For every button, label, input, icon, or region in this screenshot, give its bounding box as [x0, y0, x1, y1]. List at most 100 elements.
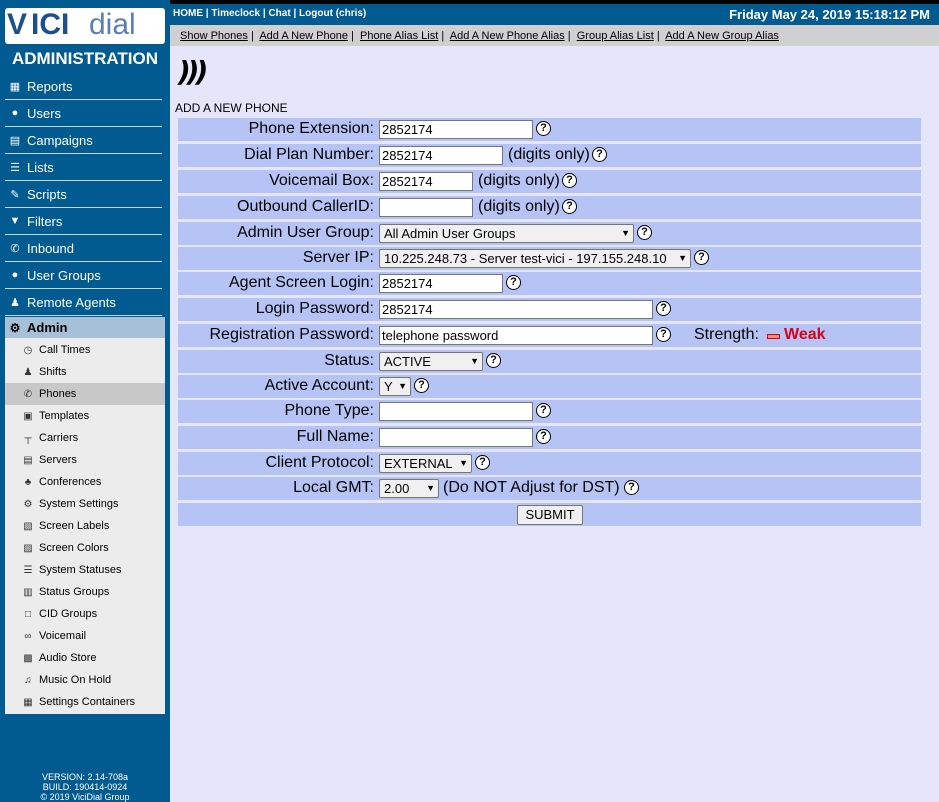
- dst-hint: (Do NOT Adjust for DST): [443, 479, 620, 496]
- sidebar-item-inbound[interactable]: ✆ Inbound: [5, 235, 162, 262]
- submenu-servers[interactable]: ▤ Servers: [5, 449, 165, 471]
- add-new-phone-alias-link[interactable]: Add A New Phone Alias: [450, 30, 565, 42]
- admin-user-group-select[interactable]: All Admin User Groups ▼: [379, 224, 634, 243]
- submenu-label: Phones: [39, 388, 77, 400]
- add-new-phone-link[interactable]: Add A New Phone: [259, 30, 348, 42]
- sidebar-item-label: User Groups: [27, 267, 101, 283]
- row-status: Status: ACTIVE ▼ ?: [178, 350, 921, 373]
- submenu-music-on-hold[interactable]: ♫ Music On Hold: [5, 669, 165, 691]
- show-phones-link[interactable]: Show Phones: [180, 30, 248, 42]
- group-alias-list-link[interactable]: Group Alias List: [577, 30, 654, 42]
- submenu-system-settings[interactable]: ⚙ System Settings: [5, 493, 165, 515]
- submenu-label: Shifts: [39, 366, 67, 378]
- full-name-input[interactable]: [379, 428, 533, 447]
- add-new-group-alias-link[interactable]: Add A New Group Alias: [665, 30, 779, 42]
- help-icon[interactable]: ?: [637, 225, 652, 240]
- submenu-voicemail[interactable]: ∞ Voicemail: [5, 625, 165, 647]
- edit-icon: ✎: [10, 188, 20, 201]
- home-link[interactable]: HOME: [173, 8, 203, 19]
- active-account-select[interactable]: Y ▼: [379, 377, 411, 396]
- help-icon[interactable]: ?: [486, 353, 501, 368]
- sidebar-item-remote-agents[interactable]: ♟ Remote Agents: [5, 289, 162, 316]
- row-phone-extension: Phone Extension: 2852174 ?: [178, 118, 921, 141]
- help-icon[interactable]: ?: [624, 480, 639, 495]
- logout-link[interactable]: Logout (chris): [299, 8, 366, 19]
- help-icon[interactable]: ?: [536, 403, 551, 418]
- registration-password-input[interactable]: telephone password: [379, 326, 653, 345]
- timeclock-link[interactable]: Timeclock: [211, 8, 260, 19]
- outbound-callerid-input[interactable]: [379, 198, 473, 217]
- submenu-call-times[interactable]: ◷ Call Times: [5, 339, 165, 361]
- help-icon[interactable]: ?: [536, 429, 551, 444]
- submenu-label: CID Groups: [39, 608, 98, 620]
- list-box-icon: ▤: [9, 134, 21, 147]
- server-ip-select[interactable]: 10.225.248.73 - Server test-vici - 197.1…: [379, 249, 691, 268]
- help-icon[interactable]: ?: [414, 378, 429, 393]
- submenu-phones[interactable]: ✆ Phones: [5, 383, 165, 405]
- box-icon: □: [24, 608, 32, 620]
- sidebar-item-label: Filters: [27, 213, 63, 229]
- sidebar-item-label: Users: [27, 105, 61, 121]
- help-icon[interactable]: ?: [656, 301, 671, 316]
- help-icon[interactable]: ?: [536, 121, 551, 136]
- help-icon[interactable]: ?: [562, 173, 577, 188]
- submit-button[interactable]: SUBMIT: [517, 505, 583, 525]
- submenu-carriers[interactable]: ┬ Carriers: [5, 427, 165, 449]
- sidebar-item-scripts[interactable]: ✎ Scripts: [5, 181, 162, 208]
- submenu-system-statuses[interactable]: ☰ System Statuses: [5, 559, 165, 581]
- subnav-links: Show Phones | Add A New Phone | Phone Al…: [180, 30, 779, 42]
- sidebar-item-user-groups[interactable]: ● User Groups: [5, 262, 162, 289]
- submenu-audio-store[interactable]: ▩ Audio Store: [5, 647, 165, 669]
- row-admin-user-group: Admin User Group: All Admin User Groups ▼…: [178, 222, 921, 245]
- row-active-account: Active Account: Y ▼ ?: [178, 375, 921, 398]
- submenu-screen-colors[interactable]: ▨ Screen Colors: [5, 537, 165, 559]
- chat-link[interactable]: Chat: [268, 8, 290, 19]
- chevron-down-icon: ▼: [678, 253, 687, 263]
- current-datetime: Friday May 24, 2019 15:18:12 PM: [729, 7, 930, 22]
- submenu-conferences[interactable]: ♣ Conferences: [5, 471, 165, 493]
- login-password-input[interactable]: 2852174: [379, 300, 653, 319]
- row-submit: SUBMIT: [178, 503, 921, 526]
- help-icon[interactable]: ?: [475, 455, 490, 470]
- submenu-screen-labels[interactable]: ▧ Screen Labels: [5, 515, 165, 537]
- client-protocol-select[interactable]: EXTERNAL ▼: [379, 454, 472, 473]
- help-icon[interactable]: ?: [592, 147, 607, 162]
- phone-type-input[interactable]: [379, 402, 533, 421]
- sub-nav: Show Phones | Add A New Phone | Phone Al…: [170, 25, 939, 46]
- container-icon: ▦: [23, 696, 33, 708]
- remote-agent-icon: ♟: [10, 296, 20, 309]
- dial-plan-number-input[interactable]: 2852174: [379, 146, 503, 165]
- help-icon[interactable]: ?: [562, 199, 577, 214]
- strength-bar: [767, 334, 780, 339]
- submenu-shifts[interactable]: ♟ Shifts: [5, 361, 165, 383]
- top-bar: HOME | Timeclock | Chat | Logout (chris)…: [170, 0, 939, 25]
- sidebar-item-users[interactable]: ● Users: [5, 100, 162, 127]
- chevron-down-icon: ▼: [470, 356, 479, 366]
- template-icon: ▣: [23, 410, 33, 422]
- sidebar-item-admin[interactable]: ⚙ Admin: [5, 317, 165, 338]
- build-line: BUILD: 190414-0924: [42, 782, 128, 792]
- status-select[interactable]: ACTIVE ▼: [379, 352, 483, 371]
- agent-screen-login-input[interactable]: 2852174: [379, 274, 503, 293]
- sidebar-item-campaigns[interactable]: ▤ Campaigns: [5, 127, 162, 154]
- sidebar-item-filters[interactable]: ▼ Filters: [5, 208, 162, 235]
- local-gmt-label: Local GMT:: [293, 479, 374, 496]
- vicidial-logo[interactable]: V ICI dial: [5, 8, 165, 44]
- server-ip-label: Server IP:: [302, 249, 374, 266]
- help-icon[interactable]: ?: [656, 327, 671, 342]
- sidebar-item-reports[interactable]: ▦ Reports: [5, 73, 162, 100]
- phone-alias-list-link[interactable]: Phone Alias List: [360, 30, 438, 42]
- logo-v: V: [7, 8, 27, 41]
- submenu-settings-containers[interactable]: ▦ Settings Containers: [5, 691, 165, 713]
- phone-extension-input[interactable]: 2852174: [379, 120, 533, 139]
- help-icon[interactable]: ?: [506, 275, 521, 290]
- submenu-templates[interactable]: ▣ Templates: [5, 405, 165, 427]
- row-server-ip: Server IP: 10.225.248.73 - Server test-v…: [178, 247, 921, 270]
- submenu-cid-groups[interactable]: □ CID Groups: [5, 603, 165, 625]
- sidebar-item-lists[interactable]: ☰ Lists: [5, 154, 162, 181]
- agent-screen-login-label: Agent Screen Login:: [229, 274, 374, 291]
- voicemail-box-input[interactable]: 2852174: [379, 172, 473, 191]
- help-icon[interactable]: ?: [694, 250, 709, 265]
- submenu-status-groups[interactable]: ▥ Status Groups: [5, 581, 165, 603]
- local-gmt-select[interactable]: 2.00 ▼: [379, 479, 439, 498]
